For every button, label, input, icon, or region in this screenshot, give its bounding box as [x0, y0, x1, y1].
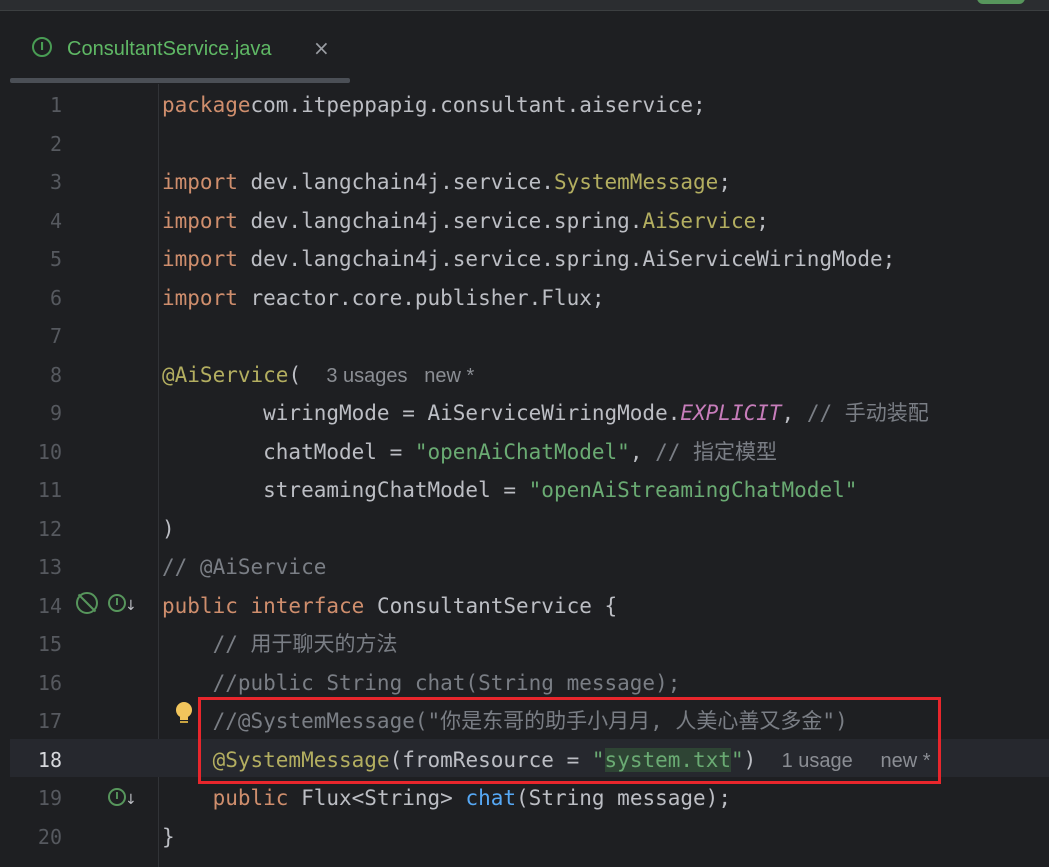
- line-number: 8: [49, 363, 62, 387]
- code-token: import: [162, 247, 238, 271]
- line-number: 17: [37, 709, 62, 733]
- code-token: dev.langchain4j.service.: [237, 170, 554, 194]
- code-token: ConsultantService {: [364, 594, 618, 618]
- code-line[interactable]: public interface ConsultantService {: [162, 587, 617, 625]
- code-token: (String message);: [516, 786, 731, 810]
- code-token: ,: [629, 440, 656, 464]
- code-token: import: [162, 209, 238, 233]
- window-top-strip: [0, 0, 1049, 11]
- code-line[interactable]: }: [162, 818, 175, 856]
- code-token: import: [162, 170, 238, 194]
- arrow-down-icon: ↓: [125, 598, 137, 614]
- code-line[interactable]: // 用于聊天的方法: [162, 625, 398, 663]
- code-token: ,: [781, 401, 807, 425]
- line-number: 5: [49, 247, 62, 271]
- code-line[interactable]: ): [162, 510, 175, 548]
- code-token: chat: [465, 786, 517, 810]
- code-line[interactable]: @AiService( 3 usages new *: [162, 356, 474, 395]
- line-number: 10: [37, 440, 62, 464]
- code-line[interactable]: chatModel = "openAiChatModel", // 指定模型: [162, 433, 777, 471]
- line-number: 7: [49, 324, 62, 348]
- code-token: // @AiService: [162, 555, 327, 579]
- code-line[interactable]: wiringMode = AiServiceWiringMode.EXPLICI…: [162, 394, 929, 432]
- code-token: dev.langchain4j.service.spring.AiService…: [237, 247, 896, 271]
- code-line[interactable]: import reactor.core.publisher.Flux;: [162, 279, 605, 317]
- line-number: 2: [49, 132, 62, 156]
- code-token: com.itpeppapig.consultant.aiservice;: [250, 93, 706, 117]
- code-line[interactable]: import dev.langchain4j.service.spring.Ai…: [162, 202, 769, 240]
- code-token: ;: [718, 170, 731, 194]
- tab-consultant-service[interactable]: I ConsultantService.java ×: [10, 11, 350, 79]
- code-token: Flux<String>: [288, 786, 466, 810]
- line-number: 6: [49, 286, 62, 310]
- code-token: chatModel =: [162, 440, 415, 464]
- code-token: public: [162, 786, 289, 810]
- code-token: // 用于聊天的方法: [162, 632, 398, 656]
- line-number: 4: [49, 209, 62, 233]
- code-token: import: [162, 286, 238, 310]
- line-number: 18: [37, 748, 62, 772]
- code-token: "openAiChatModel": [414, 440, 630, 464]
- editor-tab-bar: I ConsultantService.java ×: [0, 11, 1049, 79]
- code-token: (: [288, 363, 327, 387]
- code-token: // 手动装配: [806, 401, 929, 425]
- code-token: dev.langchain4j.service.spring.: [237, 209, 643, 233]
- line-number: 9: [49, 401, 62, 425]
- highlight-box: [198, 697, 941, 784]
- code-token: public interface: [162, 594, 365, 618]
- line-number: 11: [37, 478, 62, 502]
- line-number: 14: [37, 594, 62, 618]
- code-line[interactable]: // @AiService: [162, 548, 326, 586]
- code-token: }: [162, 825, 175, 849]
- code-line[interactable]: import dev.langchain4j.service.SystemMes…: [162, 163, 731, 201]
- active-tab-indicator: [10, 78, 350, 83]
- code-token: ;: [756, 209, 769, 233]
- line-number: 13: [37, 555, 62, 579]
- no-implementation-icon[interactable]: [76, 592, 98, 614]
- code-token: SystemMessage: [553, 170, 719, 194]
- code-token: // 指定模型: [655, 440, 778, 464]
- code-token: streamingChatModel =: [162, 478, 529, 502]
- line-number: 12: [37, 517, 62, 541]
- line-number: 1: [49, 93, 62, 117]
- code-line[interactable]: streamingChatModel = "openAiStreamingCha…: [162, 471, 857, 509]
- code-line[interactable]: packagecom.itpeppapig.consultant.aiservi…: [162, 86, 706, 124]
- code-token: ): [162, 517, 175, 541]
- line-number: 19: [37, 786, 62, 810]
- code-token: reactor.core.publisher.Flux;: [237, 286, 605, 310]
- code-token: //public String chat(String message);: [162, 671, 681, 695]
- interface-icon: I: [32, 37, 52, 57]
- line-number: 15: [37, 632, 62, 656]
- line-number: 20: [37, 825, 62, 849]
- code-line[interactable]: import dev.langchain4j.service.spring.Ai…: [162, 240, 895, 278]
- code-token: wiringMode = AiServiceWiringMode.: [162, 401, 681, 425]
- code-token: AiService: [642, 209, 757, 233]
- implemented-interface-icon[interactable]: I: [108, 594, 126, 612]
- line-number: 3: [49, 170, 62, 194]
- status-pill: [977, 0, 1025, 4]
- code-token: package: [162, 93, 251, 117]
- line-number: 16: [37, 671, 62, 695]
- inlay-hint[interactable]: 3 usages new *: [326, 365, 474, 387]
- code-token: @AiService: [162, 363, 289, 387]
- code-token: "openAiStreamingChatModel": [528, 478, 858, 502]
- code-token: EXPLICIT: [680, 401, 782, 425]
- code-line[interactable]: public Flux<String> chat(String message)…: [162, 779, 731, 817]
- tab-filename: ConsultantService.java: [67, 38, 272, 60]
- close-icon[interactable]: ×: [313, 36, 330, 60]
- implemented-method-icon[interactable]: I: [108, 788, 126, 806]
- arrow-down-icon: ↓: [125, 792, 137, 808]
